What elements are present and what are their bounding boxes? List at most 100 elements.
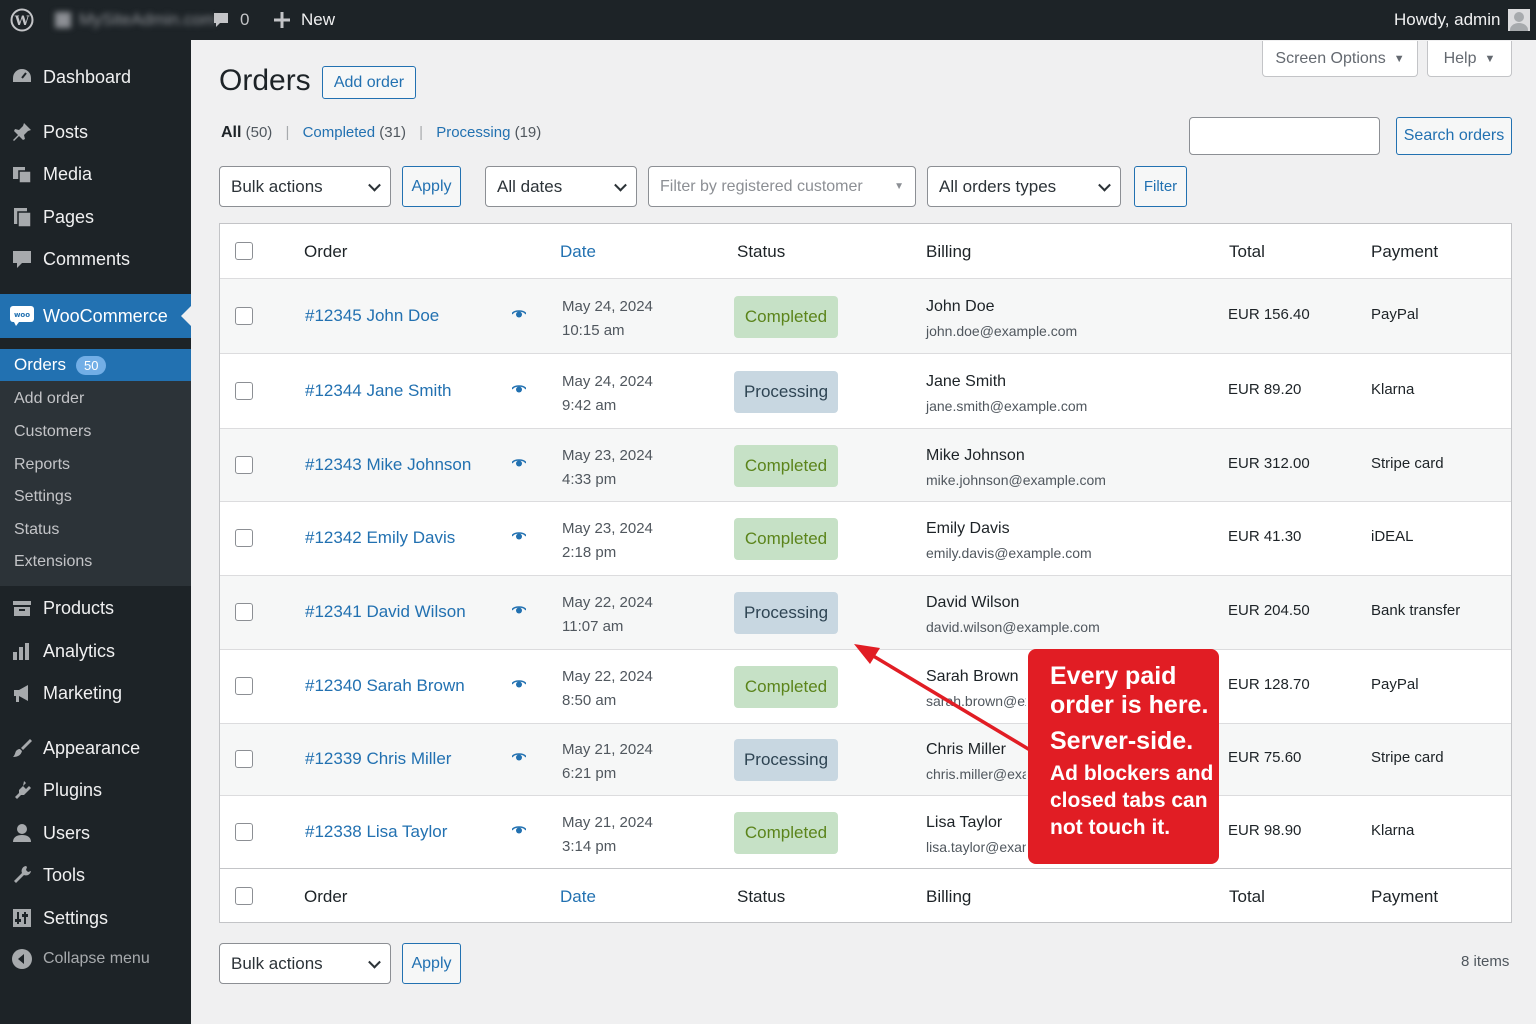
bulk-actions-select-bottom[interactable]: Bulk actions: [219, 943, 391, 984]
order-link[interactable]: #12343 Mike Johnson: [305, 455, 471, 475]
users-icon: [10, 821, 34, 845]
menu-comments[interactable]: Comments: [0, 239, 191, 279]
select-all-checkbox-footer[interactable]: [235, 887, 253, 905]
preview-eye-icon[interactable]: [512, 457, 526, 467]
view-all[interactable]: All (50): [221, 124, 272, 141]
menu-tools[interactable]: Tools: [0, 855, 191, 895]
order-date: May 24, 2024: [562, 372, 653, 390]
add-order-button[interactable]: Add order: [322, 66, 416, 99]
row-checkbox[interactable]: [235, 822, 253, 841]
customer-filter-input[interactable]: Filter by registered customer ▼: [648, 166, 916, 207]
billing-email: lisa.taylor@examp: [926, 838, 1026, 855]
menu-dashboard[interactable]: Dashboard: [0, 57, 191, 97]
preview-eye-icon[interactable]: [512, 824, 526, 834]
preview-eye-icon[interactable]: [512, 530, 526, 540]
search-input[interactable]: [1189, 117, 1380, 155]
submenu-customers[interactable]: Customers: [0, 416, 191, 448]
row-checkbox[interactable]: [235, 381, 253, 400]
filter-button[interactable]: Filter: [1134, 166, 1187, 207]
table-row[interactable]: #12343 Mike Johnson May 23, 2024 4:33 pm Co…: [220, 428, 1511, 501]
menu-appearance[interactable]: Appearance: [0, 728, 191, 768]
paintbrush-icon: [10, 736, 34, 760]
menu-users[interactable]: Users: [0, 813, 191, 853]
woocommerce-icon: woo: [10, 304, 34, 328]
home-icon: [55, 12, 71, 28]
wrench-icon: [10, 863, 34, 887]
pages-icon: [10, 205, 34, 229]
row-checkbox[interactable]: [235, 306, 253, 325]
row-checkbox[interactable]: [235, 455, 253, 474]
select-all-checkbox[interactable]: [235, 242, 253, 260]
callout-arrow: [854, 644, 1031, 752]
apply-button-bottom[interactable]: Apply: [402, 943, 461, 984]
help-button[interactable]: Help ▼: [1427, 41, 1512, 77]
new-content-link[interactable]: New: [273, 0, 335, 40]
menu-analytics[interactable]: Analytics: [0, 631, 191, 671]
column-date-sort[interactable]: Date: [560, 242, 596, 262]
apply-button[interactable]: Apply: [402, 166, 461, 207]
comments-link[interactable]: 0: [212, 0, 249, 40]
table-row[interactable]: #12345 John Doe May 24, 2024 10:15 am Compl…: [220, 278, 1511, 353]
payment-method: iDEAL: [1371, 528, 1414, 545]
submenu-reports[interactable]: Reports: [0, 449, 191, 481]
preview-eye-icon[interactable]: [512, 751, 526, 761]
collapse-menu-button[interactable]: Collapse menu: [0, 939, 191, 979]
menu-media[interactable]: Media: [0, 154, 191, 194]
order-time: 3:14 pm: [562, 837, 617, 855]
table-row[interactable]: #12342 Emily Davis May 23, 2024 2:18 pm Com…: [220, 501, 1511, 575]
submenu-settings[interactable]: Settings: [0, 481, 191, 513]
menu-pages[interactable]: Pages: [0, 197, 191, 237]
order-link[interactable]: #12342 Emily Davis: [305, 528, 455, 548]
site-name[interactable]: MySiteAdmin.com: [55, 0, 216, 40]
menu-products[interactable]: Products: [0, 588, 191, 628]
order-link[interactable]: #12345 John Doe: [305, 306, 439, 326]
status-badge: Processing: [734, 592, 838, 634]
submenu-status[interactable]: Status: [0, 514, 191, 546]
menu-plugins[interactable]: Plugins: [0, 770, 191, 810]
order-link[interactable]: #12341 David Wilson: [305, 602, 466, 622]
order-types-select[interactable]: All orders types: [927, 166, 1121, 207]
dates-select[interactable]: All dates: [485, 166, 637, 207]
wordpress-logo-icon[interactable]: W: [10, 0, 34, 40]
order-total: EUR 312.00: [1228, 454, 1310, 472]
menu-settings[interactable]: Settings: [0, 898, 191, 938]
screen-options-button[interactable]: Screen Options ▼: [1262, 41, 1418, 77]
order-link[interactable]: #12340 Sarah Brown: [305, 676, 465, 696]
menu-woocommerce[interactable]: woo WooCommerce: [0, 294, 191, 338]
preview-eye-icon[interactable]: [512, 383, 526, 393]
my-account-link[interactable]: Howdy, admin: [1394, 0, 1531, 40]
view-completed[interactable]: Completed (31): [303, 124, 406, 141]
order-link[interactable]: #12338 Lisa Taylor: [305, 822, 447, 842]
submenu-add-order[interactable]: Add order: [0, 383, 191, 415]
table-row[interactable]: #12344 Jane Smith May 24, 2024 9:42 am Proc…: [220, 353, 1511, 428]
table-row[interactable]: #12341 David Wilson May 22, 2024 11:07 am P…: [220, 575, 1511, 649]
submenu-orders[interactable]: Orders 50: [0, 349, 191, 381]
payment-method: Klarna: [1371, 821, 1415, 839]
order-date: May 24, 2024: [562, 297, 653, 315]
billing-name: Mike Johnson: [926, 446, 1025, 464]
billing-email: chris.miller@exan: [926, 766, 1026, 782]
row-checkbox[interactable]: [235, 603, 253, 621]
menu-posts[interactable]: Posts: [0, 112, 191, 152]
preview-eye-icon[interactable]: [512, 604, 526, 614]
column-billing-footer: Billing: [926, 887, 972, 906]
order-total: EUR 156.40: [1228, 305, 1310, 323]
bulk-actions-select[interactable]: Bulk actions: [219, 166, 391, 207]
preview-eye-icon[interactable]: [512, 678, 526, 688]
row-checkbox[interactable]: [235, 750, 253, 768]
order-total: EUR 75.60: [1228, 749, 1302, 766]
table-row[interactable]: #12338 Lisa Taylor May 21, 2024 3:14 pm Com…: [220, 795, 1511, 868]
search-orders-button[interactable]: Search orders: [1396, 117, 1512, 155]
column-date-sort-footer[interactable]: Date: [560, 887, 596, 907]
status-badge: Completed: [734, 295, 838, 338]
row-checkbox[interactable]: [235, 529, 253, 547]
preview-eye-icon[interactable]: [512, 308, 526, 318]
submenu-extensions[interactable]: Extensions: [0, 546, 191, 578]
settings-icon: [10, 906, 34, 930]
menu-marketing[interactable]: Marketing: [0, 673, 191, 713]
order-link[interactable]: #12339 Chris Miller: [305, 749, 451, 769]
order-link[interactable]: #12344 Jane Smith: [305, 381, 452, 401]
row-checkbox[interactable]: [235, 677, 253, 695]
billing-name: David Wilson: [926, 594, 1020, 611]
view-processing[interactable]: Processing (19): [436, 124, 541, 141]
